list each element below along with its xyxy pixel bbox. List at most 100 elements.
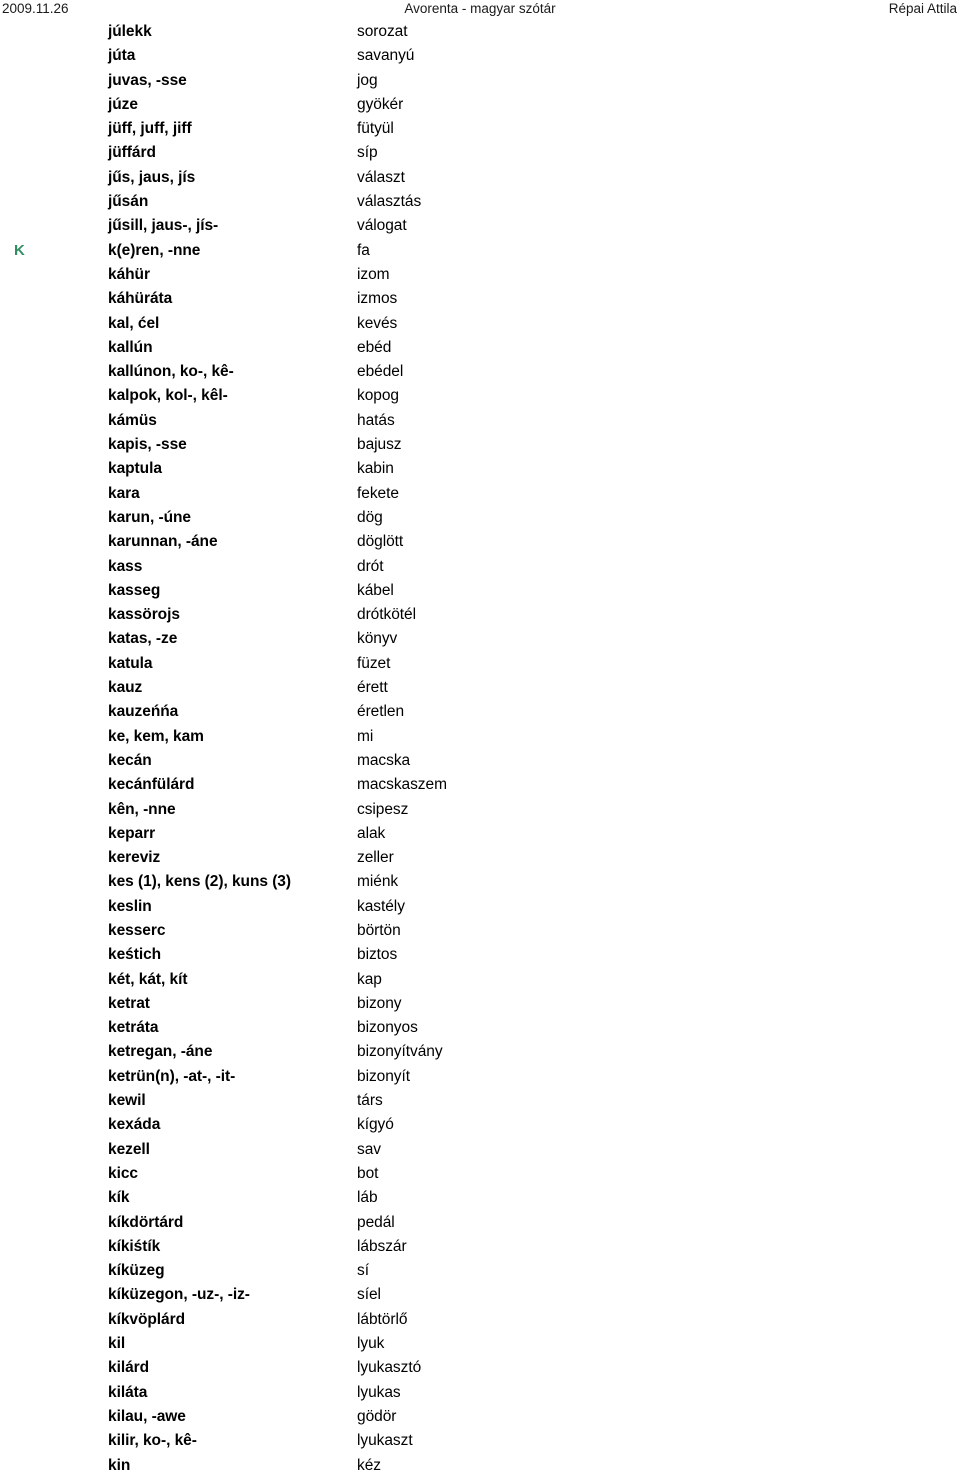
- entry-translation: válogat: [357, 217, 407, 235]
- entry-headword: kexáda: [108, 1116, 161, 1134]
- entry-headword: júze: [108, 95, 138, 113]
- entry-translation: bizonyos: [357, 1019, 418, 1037]
- entry-translation: kábel: [357, 581, 394, 599]
- dictionary-entry: ketrün(n), -at-, -it-bizonyít: [0, 1065, 960, 1089]
- entry-translation: gödör: [357, 1407, 397, 1425]
- dictionary-entry: kên, -nne csipesz: [0, 798, 960, 822]
- entry-headword: káhüráta: [108, 290, 173, 308]
- dictionary-entry: kin kéz: [0, 1454, 960, 1478]
- entry-translation: izom: [357, 265, 390, 283]
- entry-translation: fekete: [357, 484, 399, 502]
- dictionary-entry: kara fekete: [0, 482, 960, 506]
- entry-headword: kewil: [108, 1092, 146, 1110]
- dictionary-entry: kíkiśtík lábszár: [0, 1235, 960, 1259]
- entry-headword: kaptula: [108, 460, 162, 478]
- entry-translation: döglött: [357, 533, 404, 551]
- entry-translation: füzet: [357, 654, 391, 672]
- dictionary-entry: kíkdörtárd pedál: [0, 1211, 960, 1235]
- entry-headword: katas, -ze: [108, 630, 178, 648]
- entry-translation: sorozat: [357, 23, 408, 40]
- entry-headword: júlekk: [108, 23, 152, 40]
- entry-headword: juvas, -sse: [108, 71, 187, 89]
- entry-translation: választás: [357, 193, 422, 211]
- dictionary-entry: kaptula kabin: [0, 457, 960, 481]
- entry-headword: kíkvöplárd: [108, 1310, 186, 1328]
- dictionary-entry: kík láb: [0, 1186, 960, 1210]
- entry-translation: ebédel: [357, 363, 404, 381]
- entry-headword: kezell: [108, 1140, 150, 1158]
- dictionary-entry: kal, ćel kevés: [0, 312, 960, 336]
- dictionary-entry: kíküzegon, -uz-, -iz-síel: [0, 1283, 960, 1307]
- dictionary-entry: kil lyuk: [0, 1332, 960, 1356]
- entry-translation: lyukasztó: [357, 1359, 422, 1377]
- entry-headword: jűs, jaus, jís: [108, 168, 196, 186]
- entry-headword: jüffárd: [108, 144, 156, 162]
- dictionary-entry: káhür izom: [0, 263, 960, 287]
- dictionary-entry: ketrat bizony: [0, 992, 960, 1016]
- dictionary-entry: kíküzeg sí: [0, 1259, 960, 1283]
- entry-headword: kecán: [108, 751, 152, 769]
- entry-headword: júta: [108, 47, 136, 65]
- dictionary-entry: kezell sav: [0, 1138, 960, 1162]
- dictionary-entry: kíkvöplárd lábtörlő: [0, 1308, 960, 1332]
- section-letter-marker: K: [14, 241, 25, 259]
- dictionary-entry: karunnan, -áne döglött: [0, 530, 960, 554]
- dictionary-entry: ketregan, -áne bizonyítvány: [0, 1040, 960, 1064]
- entry-translation: lábtörlő: [357, 1310, 408, 1328]
- entry-translation: lyukaszt: [357, 1432, 413, 1450]
- entry-headword: kal, ćel: [108, 314, 160, 332]
- entry-translation: mi: [357, 727, 374, 745]
- dictionary-entry: kiláta lyukas: [0, 1381, 960, 1405]
- entry-headword: kesserc: [108, 921, 166, 939]
- entry-headword: jüff, juff, jiff: [108, 120, 192, 138]
- page-header: 2009.11.26 Avorenta - magyar szótár Répa…: [0, 0, 960, 20]
- entry-translation: biztos: [357, 946, 398, 964]
- entry-translation: jog: [357, 71, 378, 89]
- dictionary-entry: kapis, -sse bajusz: [0, 433, 960, 457]
- entry-headword: ke, kem, kam: [108, 727, 204, 745]
- entry-headword: kíküzeg: [108, 1262, 165, 1280]
- dictionary-entry: kallúnon, ko-, kê-ebédel: [0, 360, 960, 384]
- entry-translation: fütyül: [357, 120, 394, 138]
- entry-headword: keśtich: [108, 946, 162, 964]
- entry-headword: kalpok, kol-, kêl-: [108, 387, 228, 405]
- dictionary-entry: keparr alak: [0, 822, 960, 846]
- dictionary-entry: ketráta bizonyos: [0, 1016, 960, 1040]
- dictionary-entry: kewil társ: [0, 1089, 960, 1113]
- entry-headword: kilir, ko-, kê-: [108, 1432, 197, 1450]
- entry-headword: kallún: [108, 338, 153, 356]
- dictionary-entry: kilir, ko-, kê-lyukaszt: [0, 1429, 960, 1453]
- dictionary-entry: kecán macska: [0, 749, 960, 773]
- entry-translation: sav: [357, 1140, 381, 1158]
- entry-translation: drótkötél: [357, 606, 416, 624]
- dictionary-entry: keslin kastély: [0, 895, 960, 919]
- entry-translation: könyv: [357, 630, 398, 648]
- entry-translation: választ: [357, 168, 405, 186]
- dictionary-entry: két, kát, kít kap: [0, 968, 960, 992]
- entry-headword: jűsán: [108, 193, 149, 211]
- entry-headword: ketráta: [108, 1019, 159, 1037]
- entry-translation: fa: [357, 241, 370, 259]
- entry-translation: kabin: [357, 460, 394, 478]
- dictionary-entry: katas, -ze könyv: [0, 627, 960, 651]
- dictionary-entry: kauzeńńa éretlen: [0, 700, 960, 724]
- entry-translation: miénk: [357, 873, 399, 891]
- dictionary-entry: júlekk sorozat: [0, 20, 960, 44]
- entry-headword: kíkiśtík: [108, 1237, 161, 1255]
- entry-headword: kík: [108, 1189, 130, 1207]
- dictionary-entry: ke, kem, kam mi: [0, 725, 960, 749]
- dictionary-entry: kilau, -awe gödör: [0, 1405, 960, 1429]
- entry-translation: láb: [357, 1189, 378, 1207]
- dictionary-entry: Kk(e)ren, -nne fa: [0, 239, 960, 263]
- entry-headword: keparr: [108, 824, 156, 842]
- dictionary-entry: júta savanyú: [0, 44, 960, 68]
- entry-translation: börtön: [357, 921, 401, 939]
- entry-headword: ketrün(n), -at-, -it-: [108, 1067, 236, 1085]
- entry-headword: kil: [108, 1335, 126, 1353]
- entry-translation: kopog: [357, 387, 399, 405]
- entry-headword: kes (1), kens (2), kuns (3): [108, 873, 291, 891]
- dictionary-entry: kauz érett: [0, 676, 960, 700]
- dictionary-entry: karun, -úne dög: [0, 506, 960, 530]
- entry-headword: kass: [108, 557, 143, 575]
- dictionary-entry: jüff, juff, jiff fütyül: [0, 117, 960, 141]
